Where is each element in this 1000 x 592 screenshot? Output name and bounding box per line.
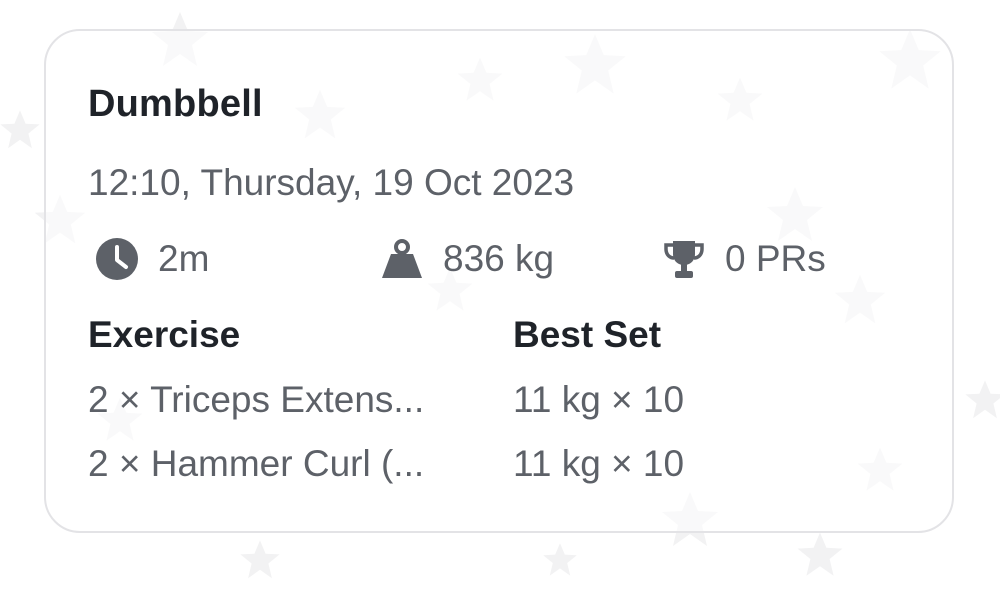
prs-stat: 0 PRs (661, 236, 826, 282)
best-set-column-header: Best Set (513, 314, 662, 355)
duration-stat: 2m (94, 236, 209, 282)
clock-icon (94, 236, 140, 282)
table-row: 2 × Triceps Extens... 11 kg × 10 (88, 379, 908, 425)
exercise-column-header: Exercise (88, 314, 241, 355)
workout-card[interactable]: Dumbbell 12:10, Thursday, 19 Oct 2023 2m… (44, 29, 954, 533)
workout-datetime: 12:10, Thursday, 19 Oct 2023 (88, 162, 575, 203)
exercise-name: 2 × Triceps Extens... (88, 379, 425, 420)
duration-value: 2m (158, 238, 210, 279)
trophy-icon (661, 236, 707, 282)
volume-stat: 836 kg (379, 236, 554, 282)
workout-title: Dumbbell (88, 83, 263, 125)
weight-icon (379, 236, 425, 282)
exercise-name: 2 × Hammer Curl (... (88, 443, 425, 484)
page: Dumbbell 12:10, Thursday, 19 Oct 2023 2m… (0, 0, 1000, 592)
best-set-value: 11 kg × 10 (513, 443, 685, 484)
table-row: 2 × Hammer Curl (... 11 kg × 10 (88, 443, 908, 489)
volume-value: 836 kg (443, 238, 555, 279)
prs-value: 0 PRs (725, 238, 826, 279)
best-set-value: 11 kg × 10 (513, 379, 685, 420)
